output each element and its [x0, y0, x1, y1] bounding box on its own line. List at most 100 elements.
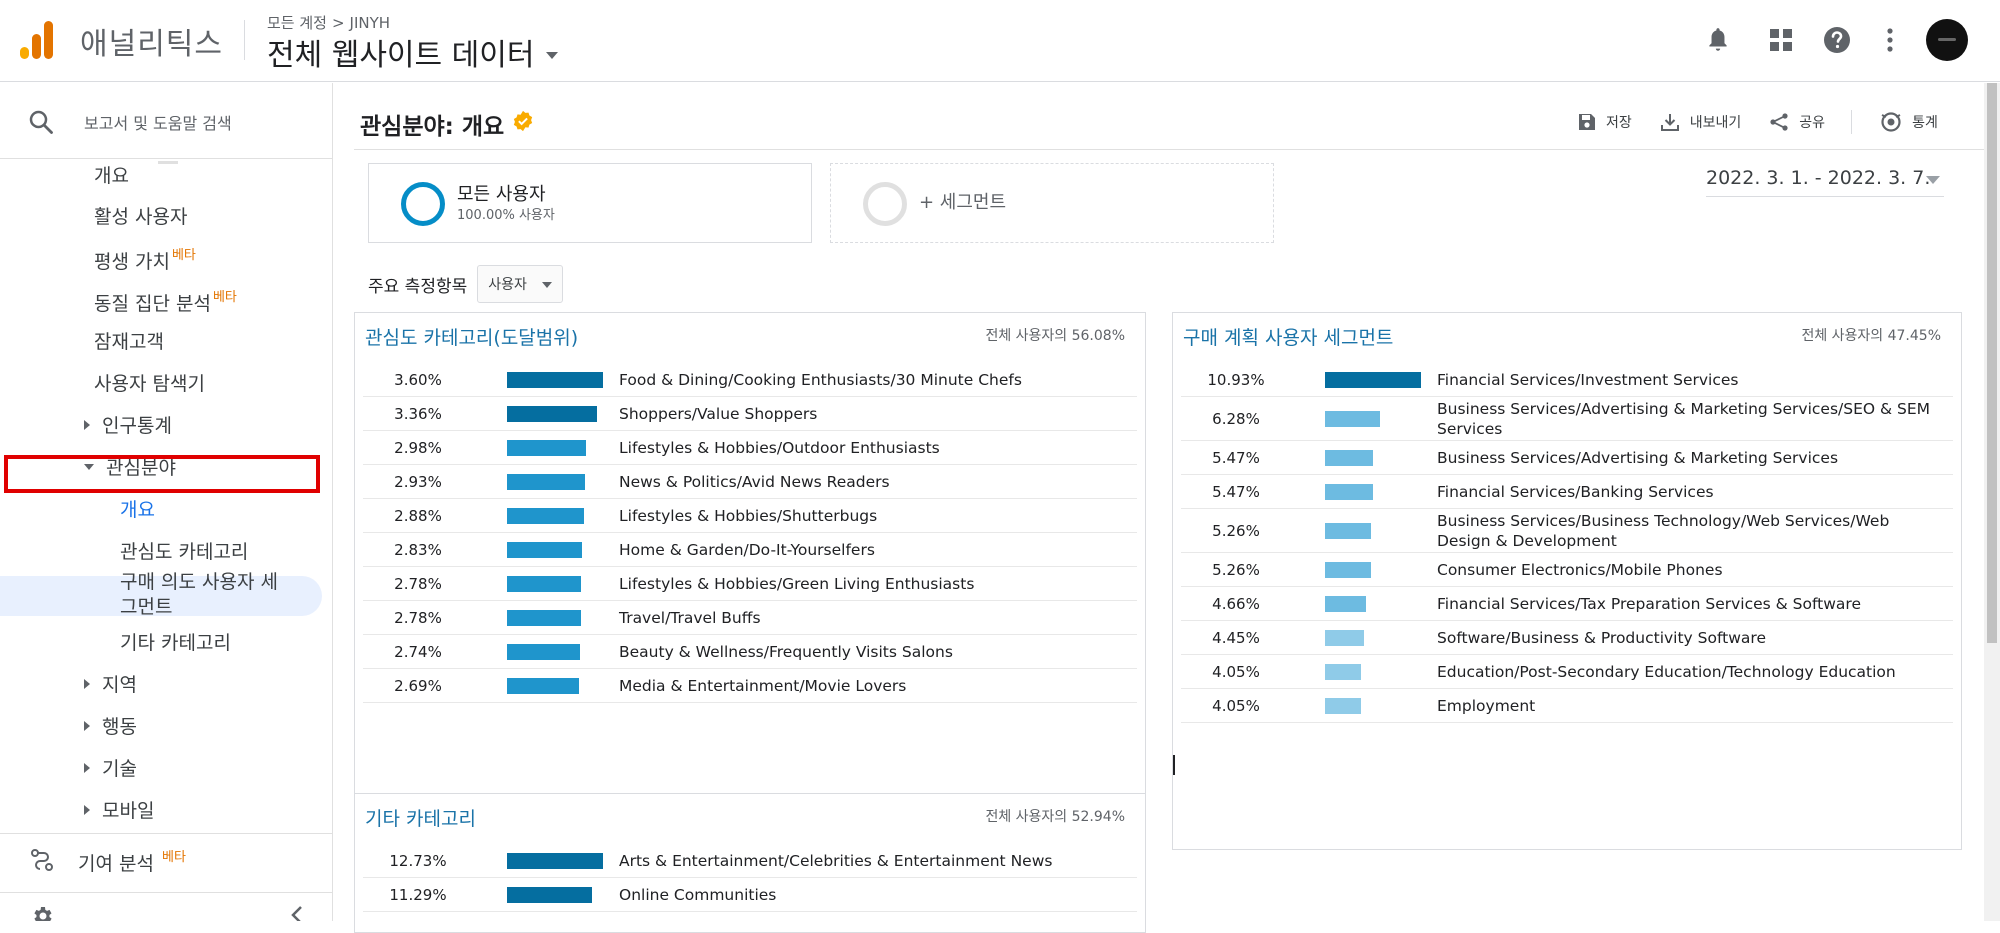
- segment-all-users[interactable]: 모든 사용자 100.00% 사용자: [368, 163, 812, 243]
- category-row[interactable]: 5.26% Consumer Electronics/Mobile Phones: [1181, 553, 1953, 587]
- row-category-name[interactable]: Financial Services/Investment Services: [1437, 370, 1758, 390]
- metric-dropdown[interactable]: 사용자: [477, 265, 564, 303]
- nav-group-demographics[interactable]: 인구통계: [84, 411, 172, 438]
- category-row[interactable]: 10.93% Financial Services/Investment Serv…: [1181, 363, 1953, 397]
- save-button[interactable]: 저장: [1578, 112, 1632, 132]
- row-bar: [1325, 371, 1421, 388]
- nav-item-attribution[interactable]: 기여 분석 베타: [78, 846, 186, 876]
- nav-item-label: 활성 사용자: [94, 206, 188, 228]
- row-category-name[interactable]: Food & Dining/Cooking Enthusiasts/30 Min…: [619, 370, 1042, 390]
- export-button[interactable]: 내보내기: [1660, 112, 1741, 132]
- nav-footer-divider: [0, 892, 332, 893]
- help-icon[interactable]: [1819, 22, 1855, 58]
- row-category-name[interactable]: Financial Services/Banking Services: [1437, 482, 1734, 502]
- category-row[interactable]: 5.47% Financial Services/Banking Services: [1181, 475, 1953, 509]
- nav-item-label: 기여 분석: [78, 853, 154, 875]
- row-percentage: 3.60%: [394, 370, 442, 389]
- page-scrollbar[interactable]: [1984, 83, 2000, 921]
- nav-item-interests-overview[interactable]: 개요: [120, 495, 155, 522]
- nav-item-label: 평생 가치: [94, 251, 170, 273]
- category-row[interactable]: 3.36% Shoppers/Value Shoppers: [363, 397, 1137, 431]
- category-row[interactable]: 2.98% Lifestyles & Hobbies/Outdoor Enthus…: [363, 431, 1137, 465]
- notifications-bell-icon[interactable]: [1700, 22, 1736, 58]
- category-row[interactable]: 2.74% Beauty & Wellness/Frequently Visits…: [363, 635, 1137, 669]
- nav-item-overview[interactable]: 개요: [94, 161, 129, 188]
- search-icon[interactable]: [28, 109, 54, 139]
- category-row[interactable]: 5.26% Business Services/Business Technolo…: [1181, 509, 1953, 553]
- insights-button[interactable]: 통계: [1880, 111, 1938, 133]
- app-name[interactable]: 애널리틱스: [80, 19, 223, 63]
- search-input[interactable]: 보고서 및 도움말 검색: [84, 110, 232, 134]
- row-category-name[interactable]: Lifestyles & Hobbies/Green Living Enthus…: [619, 574, 994, 594]
- category-row[interactable]: 2.69% Media & Entertainment/Movie Lovers: [363, 669, 1137, 703]
- row-percentage: 6.28%: [1212, 409, 1260, 428]
- segment-sublabel: 100.00% 사용자: [457, 208, 555, 223]
- nav-item-lifetime-value[interactable]: 평생 가치 베타: [94, 244, 196, 274]
- row-category-name[interactable]: Travel/Travel Buffs: [619, 608, 781, 628]
- row-category-name[interactable]: Lifestyles & Hobbies/Outdoor Enthusiasts: [619, 438, 960, 458]
- view-selector[interactable]: 전체 웹사이트 데이터: [267, 30, 559, 74]
- row-category-name[interactable]: Business Services/Advertising & Marketin…: [1437, 399, 1953, 439]
- nav-search[interactable]: 보고서 및 도움말 검색: [0, 83, 332, 159]
- card-title[interactable]: 기타 카테고리: [365, 804, 476, 831]
- apps-grid-icon[interactable]: [1763, 22, 1799, 58]
- card-title[interactable]: 관심도 카테고리(도달범위): [365, 323, 578, 350]
- row-category-name[interactable]: Employment: [1437, 696, 1555, 716]
- category-row[interactable]: 2.93% News & Politics/Avid News Readers: [363, 465, 1137, 499]
- category-row[interactable]: 2.88% Lifestyles & Hobbies/Shutterbugs: [363, 499, 1137, 533]
- category-row[interactable]: 2.83% Home & Garden/Do-It-Yourselfers: [363, 533, 1137, 567]
- nav-item-other-category[interactable]: 기타 카테고리: [120, 628, 231, 655]
- chevron-left-icon[interactable]: [290, 904, 304, 921]
- nav-group-geo[interactable]: 지역: [84, 670, 137, 697]
- row-category-name[interactable]: Business Services/Advertising & Marketin…: [1437, 448, 1858, 468]
- date-range-picker[interactable]: 2022. 3. 1. - 2022. 3. 7.: [1706, 167, 1944, 197]
- nav-item-audiences[interactable]: 잠재고객: [94, 327, 164, 354]
- more-vert-icon[interactable]: [1872, 22, 1908, 58]
- analytics-logo-icon[interactable]: [20, 21, 54, 59]
- category-row[interactable]: 4.45% Software/Business & Productivity So…: [1181, 621, 1953, 655]
- gear-icon[interactable]: [30, 904, 54, 921]
- category-row[interactable]: 6.28% Business Services/Advertising & Mar…: [1181, 397, 1953, 441]
- category-row[interactable]: 12.73% Arts & Entertainment/Celebrities &…: [363, 844, 1137, 878]
- category-row[interactable]: 11.29% Online Communities: [363, 878, 1137, 912]
- scrollbar-thumb[interactable]: [1987, 83, 1997, 643]
- row-category-name[interactable]: Arts & Entertainment/Celebrities & Enter…: [619, 851, 1072, 871]
- row-category-name[interactable]: Beauty & Wellness/Frequently Visits Salo…: [619, 642, 973, 662]
- account-avatar[interactable]: [1926, 19, 1968, 61]
- category-row[interactable]: 4.05% Employment: [1181, 689, 1953, 723]
- row-bar-cell: [473, 397, 619, 430]
- row-category-name[interactable]: Media & Entertainment/Movie Lovers: [619, 676, 926, 696]
- nav-item-in-market-segments[interactable]: 구매 의도 사용자 세 그먼트: [120, 570, 278, 620]
- nav-item-affinity-categories[interactable]: 관심도 카테고리: [120, 537, 248, 564]
- share-button[interactable]: 공유: [1769, 112, 1825, 132]
- row-category-name[interactable]: Consumer Electronics/Mobile Phones: [1437, 560, 1743, 580]
- nav-item-user-explorer[interactable]: 사용자 탐색기: [94, 369, 205, 396]
- row-category-name[interactable]: Education/Post-Secondary Education/Techn…: [1437, 662, 1916, 682]
- category-row[interactable]: 4.05% Education/Post-Secondary Education/…: [1181, 655, 1953, 689]
- nav-item-active-users[interactable]: 활성 사용자: [94, 202, 187, 229]
- nav-group-technology[interactable]: 기술: [84, 754, 137, 781]
- row-category-name[interactable]: Online Communities: [619, 885, 796, 905]
- row-category-name[interactable]: Software/Business & Productivity Softwar…: [1437, 628, 1786, 648]
- category-row[interactable]: 4.66% Financial Services/Tax Preparation …: [1181, 587, 1953, 621]
- row-category-name[interactable]: Home & Garden/Do-It-Yourselfers: [619, 540, 895, 560]
- card-title[interactable]: 구매 계획 사용자 세그먼트: [1183, 323, 1393, 350]
- row-category-name[interactable]: Shoppers/Value Shoppers: [619, 404, 837, 424]
- category-row[interactable]: 3.60% Food & Dining/Cooking Enthusiasts/3…: [363, 363, 1137, 397]
- nav-item-cohort-analysis[interactable]: 동질 집단 분석 베타: [94, 286, 237, 316]
- add-segment-button[interactable]: + 세그먼트: [830, 163, 1274, 243]
- insights-label: 통계: [1912, 115, 1938, 131]
- row-category-name[interactable]: News & Politics/Avid News Readers: [619, 472, 910, 492]
- row-category-name[interactable]: Business Services/Business Technology/We…: [1437, 511, 1953, 551]
- nav-group-behavior[interactable]: 행동: [84, 712, 137, 739]
- row-bar-cell: [1291, 587, 1437, 620]
- actions-divider: [1851, 110, 1853, 134]
- category-row[interactable]: 5.47% Business Services/Advertising & Mar…: [1181, 441, 1953, 475]
- row-percentage: 5.26%: [1212, 560, 1260, 579]
- category-row[interactable]: 2.78% Lifestyles & Hobbies/Green Living E…: [363, 567, 1137, 601]
- verified-badge-icon[interactable]: [512, 110, 534, 138]
- row-category-name[interactable]: Lifestyles & Hobbies/Shutterbugs: [619, 506, 897, 526]
- category-row[interactable]: 2.78% Travel/Travel Buffs: [363, 601, 1137, 635]
- row-category-name[interactable]: Financial Services/Tax Preparation Servi…: [1437, 594, 1881, 614]
- nav-group-mobile[interactable]: 모바일: [84, 796, 154, 823]
